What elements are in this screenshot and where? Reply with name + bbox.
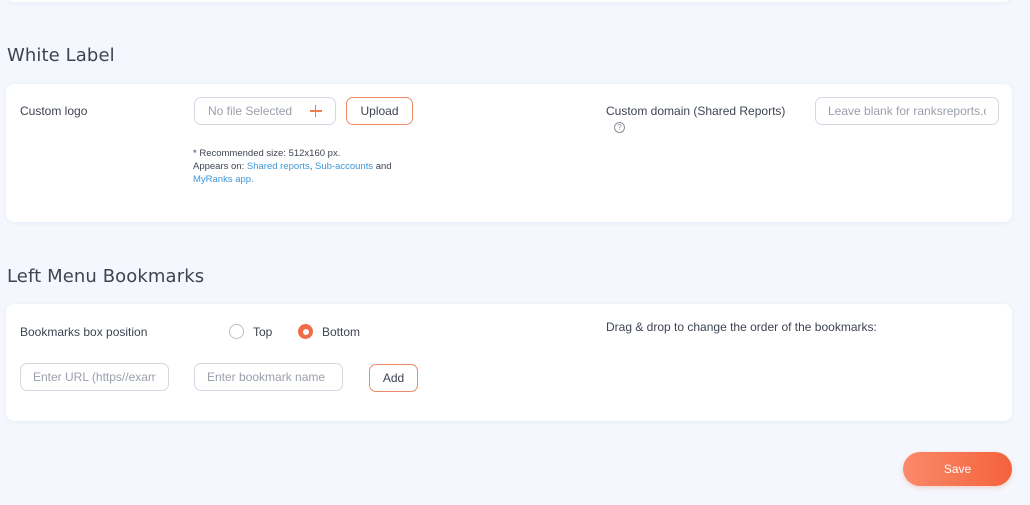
save-button[interactable]: Save bbox=[903, 452, 1012, 486]
hint-appears-on: Appears on: Shared reports, Sub-accounts… bbox=[193, 160, 433, 173]
logo-hint: * Recommended size: 512x160 px. Appears … bbox=[193, 147, 433, 186]
radio-bottom[interactable]: Bottom bbox=[298, 324, 360, 339]
previous-section-card bbox=[6, 0, 1012, 2]
hint-appears-on-label: Appears on: bbox=[193, 161, 245, 172]
bookmark-url-input[interactable] bbox=[20, 363, 169, 391]
custom-logo-label: Custom logo bbox=[20, 104, 88, 118]
radio-bottom-label: Bottom bbox=[322, 324, 361, 339]
help-icon[interactable]: ? bbox=[614, 122, 625, 133]
bookmarks-title: Left Menu Bookmarks bbox=[7, 266, 205, 287]
drag-drop-hint: Drag & drop to change the order of the b… bbox=[606, 320, 877, 334]
hint-comma: , bbox=[309, 161, 313, 172]
bookmark-name-input[interactable] bbox=[194, 363, 343, 391]
shared-reports-link[interactable]: Shared reports bbox=[247, 161, 310, 172]
radio-top-circle[interactable] bbox=[229, 324, 244, 339]
radio-top-label: Top bbox=[253, 324, 273, 339]
myranks-app-link[interactable]: MyRanks app. bbox=[193, 174, 254, 185]
custom-domain-label: Custom domain (Shared Reports) bbox=[606, 104, 786, 118]
upload-button[interactable]: Upload bbox=[346, 97, 413, 125]
add-bookmark-button[interactable]: Add bbox=[369, 364, 418, 392]
radio-bottom-circle[interactable] bbox=[298, 324, 313, 339]
hint-recommended-size: * Recommended size: 512x160 px. bbox=[193, 148, 341, 159]
plus-icon bbox=[310, 105, 322, 117]
sub-accounts-link[interactable]: Sub-accounts bbox=[315, 161, 373, 172]
custom-domain-input[interactable] bbox=[815, 97, 999, 125]
white-label-title: White Label bbox=[7, 45, 115, 66]
hint-and: and bbox=[375, 161, 392, 172]
radio-top[interactable]: Top bbox=[229, 324, 272, 339]
bookmarks-position-label: Bookmarks box position bbox=[20, 325, 148, 339]
custom-logo-file-picker[interactable]: No file Selected bbox=[194, 97, 336, 125]
file-picker-text: No file Selected bbox=[208, 104, 293, 118]
